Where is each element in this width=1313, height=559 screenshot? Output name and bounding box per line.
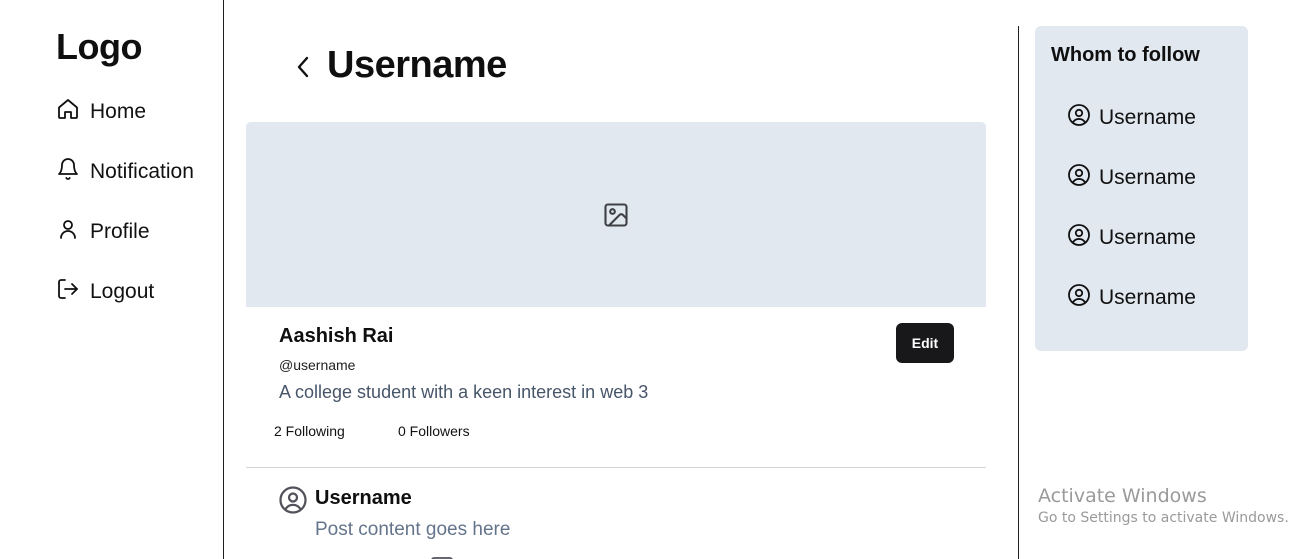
- profile-name: Aashish Rai: [279, 325, 394, 347]
- activate-windows-title: Activate Windows: [1038, 485, 1207, 507]
- follow-title: Whom to follow: [1051, 44, 1200, 66]
- sidebar-item-home[interactable]: Home: [56, 97, 146, 127]
- user-circle-icon[interactable]: [278, 485, 308, 515]
- left-sidebar: Logo Home Notification Profile Logout: [0, 0, 224, 559]
- profile-bio: A college student with a keen interest i…: [279, 382, 649, 402]
- sidebar-item-notification[interactable]: Notification: [56, 157, 194, 187]
- page-title: Username: [327, 44, 507, 86]
- follow-suggestion-label: Username: [1099, 166, 1196, 189]
- user-circle-icon: [1067, 103, 1091, 133]
- main-content: Username Aashish Rai @username A college…: [246, 0, 986, 559]
- user-circle-icon: [1067, 223, 1091, 253]
- user-circle-icon: [1067, 163, 1091, 193]
- sidebar-item-logout[interactable]: Logout: [56, 277, 154, 307]
- edit-profile-button[interactable]: Edit: [896, 323, 954, 363]
- follow-suggestion[interactable]: Username: [1067, 283, 1196, 313]
- sidebar-item-label: Home: [90, 100, 147, 123]
- post-actions: [315, 552, 515, 559]
- divider: [246, 467, 986, 468]
- following-count[interactable]: 2 Following: [274, 423, 345, 439]
- sidebar-item-profile[interactable]: Profile: [56, 217, 150, 247]
- whom-to-follow-panel: Whom to follow Username Username Usernam…: [1035, 26, 1248, 351]
- user-circle-icon: [1067, 283, 1091, 313]
- sidebar-item-label: Logout: [90, 280, 155, 303]
- home-icon: [56, 97, 80, 127]
- post-username[interactable]: Username: [315, 487, 412, 510]
- bell-icon: [56, 157, 80, 187]
- profile-handle: @username: [279, 357, 356, 373]
- image-icon: [602, 201, 630, 229]
- post-content: Post content goes here: [315, 519, 511, 540]
- sidebar-item-label: Profile: [90, 220, 150, 243]
- cover-image[interactable]: [246, 122, 986, 307]
- logo[interactable]: Logo: [56, 26, 142, 68]
- chevron-left-icon[interactable]: [292, 54, 314, 80]
- follow-suggestion-label: Username: [1099, 106, 1196, 129]
- sidebar-item-label: Notification: [90, 160, 194, 183]
- user-icon: [56, 217, 80, 247]
- follow-suggestion-label: Username: [1099, 226, 1196, 249]
- activate-windows-subtitle: Go to Settings to activate Windows.: [1038, 510, 1289, 526]
- follow-suggestion[interactable]: Username: [1067, 163, 1196, 193]
- follow-suggestion-label: Username: [1099, 286, 1196, 309]
- followers-count[interactable]: 0 Followers: [398, 423, 470, 439]
- right-divider: [1018, 26, 1019, 559]
- follow-suggestion[interactable]: Username: [1067, 223, 1196, 253]
- follow-suggestion[interactable]: Username: [1067, 103, 1196, 133]
- logout-icon: [56, 277, 80, 307]
